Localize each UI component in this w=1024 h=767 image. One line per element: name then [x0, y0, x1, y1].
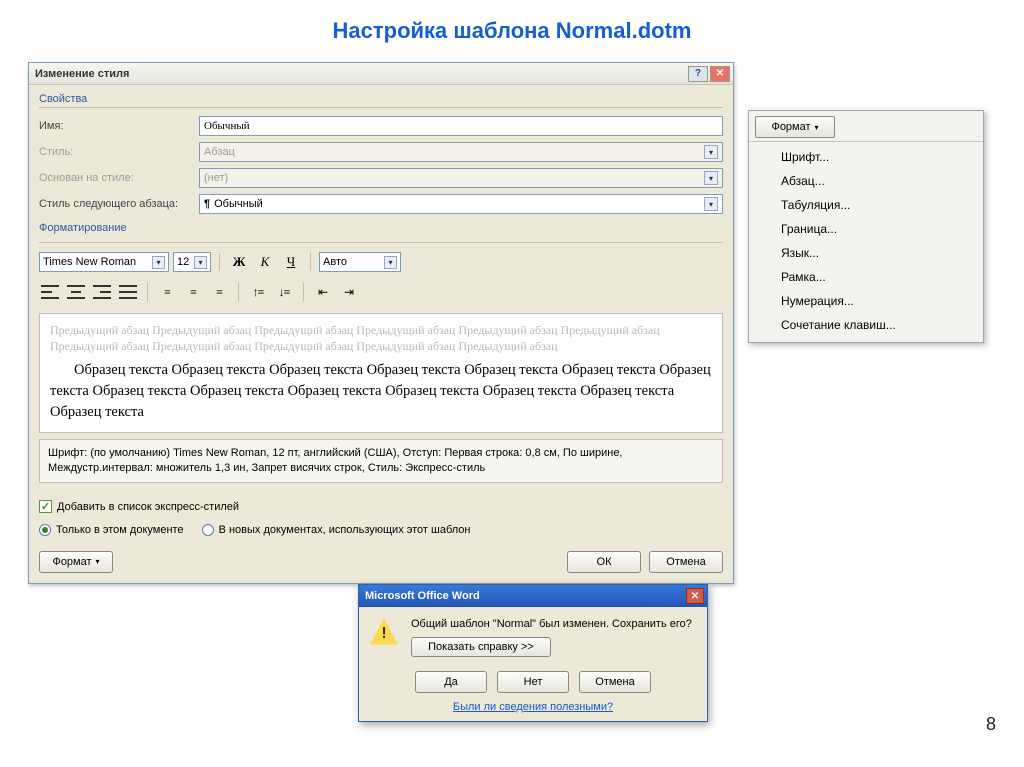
radio-label: Только в этом документе	[56, 524, 184, 536]
based-on-label: Основан на стиле:	[39, 172, 199, 184]
dialog-titlebar: Изменение стиля ? ✕	[29, 63, 733, 85]
next-style-label: Стиль следующего абзаца:	[39, 198, 199, 210]
font-size-combo[interactable]: 12 ▾	[173, 252, 211, 272]
name-label: Имя:	[39, 120, 199, 132]
format-button-label: Формат	[52, 556, 91, 568]
style-type-value: Абзац	[204, 146, 235, 158]
font-size-value: 12	[177, 256, 189, 268]
help-button[interactable]: ?	[688, 66, 708, 82]
name-input[interactable]	[199, 116, 723, 136]
preview-sample-text: Образец текста Образец текста Образец те…	[50, 360, 712, 423]
chevron-down-icon[interactable]: ▾	[194, 256, 207, 269]
based-on-combo: (нет) ▾	[199, 168, 723, 188]
format-menu-popup: Формат ▾ Шрифт... Абзац... Табуляция... …	[748, 110, 984, 343]
radio-icon	[39, 524, 51, 536]
font-family-combo[interactable]: Times New Roman ▾	[39, 252, 169, 272]
no-button[interactable]: Нет	[497, 671, 569, 693]
menu-item-font[interactable]: Шрифт...	[749, 145, 983, 169]
format-menu-button-label: Формат	[771, 121, 810, 133]
line-spacing-15-button[interactable]: ≡	[182, 282, 204, 302]
chevron-down-icon: ▾	[704, 145, 718, 159]
style-type-combo: Абзац ▾	[199, 142, 723, 162]
save-title: Microsoft Office Word	[365, 590, 686, 602]
save-titlebar: Microsoft Office Word ✕	[359, 585, 707, 607]
chevron-down-icon: ▾	[815, 123, 819, 132]
checkbox-label: Добавить в список экспресс-стилей	[57, 501, 239, 513]
format-menu-list: Шрифт... Абзац... Табуляция... Граница..…	[749, 141, 983, 342]
only-this-document-radio[interactable]: Только в этом документе	[39, 524, 184, 536]
italic-button[interactable]: К	[254, 252, 276, 272]
font-color-value: Авто	[323, 256, 347, 268]
ok-button[interactable]: ОК	[567, 551, 641, 573]
radio-icon	[202, 524, 214, 536]
align-justify-button[interactable]	[117, 282, 139, 302]
chevron-down-icon[interactable]: ▾	[704, 197, 718, 211]
menu-item-language[interactable]: Язык...	[749, 241, 983, 265]
font-family-value: Times New Roman	[43, 256, 136, 268]
underline-button[interactable]: Ч	[280, 252, 302, 272]
new-documents-radio[interactable]: В новых документах, использующих этот ша…	[202, 524, 471, 536]
slide-title: Настройка шаблона Normal.dotm	[0, 0, 1024, 54]
separator	[303, 283, 304, 301]
radio-label: В новых документах, использующих этот ша…	[219, 524, 471, 536]
preview-ghost-text: Предыдущий абзац Предыдущий абзац Предыд…	[50, 322, 712, 354]
chevron-down-icon[interactable]: ▾	[152, 256, 165, 269]
separator	[147, 283, 148, 301]
chevron-down-icon: ▾	[96, 557, 100, 566]
page-number: 8	[986, 714, 996, 735]
menu-item-tabs[interactable]: Табуляция...	[749, 193, 983, 217]
separator	[219, 253, 220, 271]
preview-box: Предыдущий абзац Предыдущий абзац Предыд…	[39, 313, 723, 433]
based-on-value: (нет)	[204, 172, 228, 184]
warning-icon	[369, 617, 399, 647]
menu-item-shortcut[interactable]: Сочетание клавиш...	[749, 313, 983, 337]
properties-label: Свойства	[39, 89, 723, 107]
dialog-title: Изменение стиля	[35, 68, 686, 80]
style-type-label: Стиль:	[39, 146, 199, 158]
feedback-link[interactable]: Были ли сведения полезными?	[453, 701, 613, 713]
save-prompt-dialog: Microsoft Office Word ✕ Общий шаблон "No…	[358, 584, 708, 722]
font-color-combo[interactable]: Авто ▾	[319, 252, 401, 272]
separator	[238, 283, 239, 301]
show-help-button[interactable]: Показать справку >>	[411, 637, 551, 657]
menu-item-numbering[interactable]: Нумерация...	[749, 289, 983, 313]
space-before-inc-button[interactable]: ↑≡	[247, 282, 269, 302]
line-spacing-1-button[interactable]: ≡	[156, 282, 178, 302]
chevron-down-icon: ▾	[704, 171, 718, 185]
format-menu-button[interactable]: Формат ▾	[755, 116, 835, 138]
add-to-quick-styles-checkbox[interactable]: ✓ Добавить в список экспресс-стилей	[39, 497, 723, 517]
menu-item-frame[interactable]: Рамка...	[749, 265, 983, 289]
next-style-combo[interactable]: ¶Обычный ▾	[199, 194, 723, 214]
indent-increase-button[interactable]: ⇥	[338, 282, 360, 302]
chevron-down-icon[interactable]: ▾	[384, 256, 397, 269]
separator	[310, 253, 311, 271]
save-message: Общий шаблон "Normal" был изменен. Сохра…	[411, 617, 697, 631]
indent-decrease-button[interactable]: ⇤	[312, 282, 334, 302]
checkbox-icon: ✓	[39, 500, 52, 513]
close-button[interactable]: ✕	[686, 588, 704, 604]
line-spacing-2-button[interactable]: ≡	[208, 282, 230, 302]
format-button[interactable]: Формат ▾	[39, 551, 113, 573]
close-button[interactable]: ✕	[710, 66, 730, 82]
cancel-button[interactable]: Отмена	[579, 671, 651, 693]
formatting-label: Форматирование	[39, 218, 723, 236]
align-right-button[interactable]	[91, 282, 113, 302]
align-left-button[interactable]	[39, 282, 61, 302]
bold-button[interactable]: Ж	[228, 252, 250, 272]
modify-style-dialog: Изменение стиля ? ✕ Свойства Имя: Стиль:…	[28, 62, 734, 584]
menu-item-border[interactable]: Граница...	[749, 217, 983, 241]
menu-item-paragraph[interactable]: Абзац...	[749, 169, 983, 193]
yes-button[interactable]: Да	[415, 671, 487, 693]
space-before-dec-button[interactable]: ↓≡	[273, 282, 295, 302]
align-center-button[interactable]	[65, 282, 87, 302]
cancel-button[interactable]: Отмена	[649, 551, 723, 573]
next-style-value: ¶Обычный	[204, 198, 263, 210]
style-description: Шрифт: (по умолчанию) Times New Roman, 1…	[39, 439, 723, 483]
